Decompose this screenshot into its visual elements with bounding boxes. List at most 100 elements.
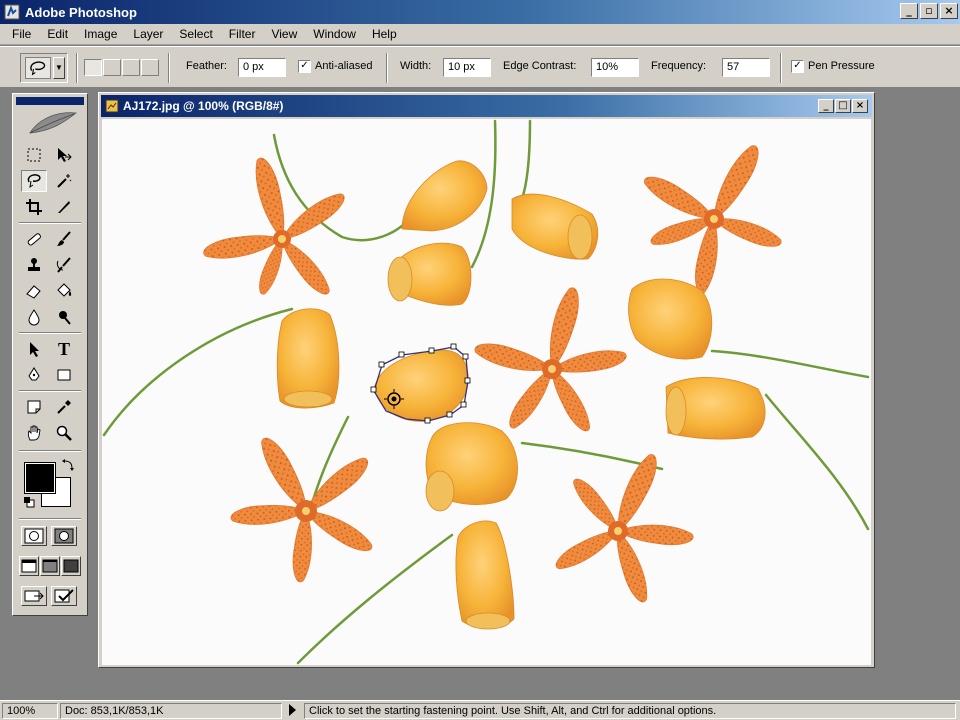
healing-brush-tool[interactable] (21, 228, 47, 250)
feather-label: Feather: (186, 60, 227, 72)
eraser-tool[interactable] (21, 280, 47, 302)
frequency-field[interactable]: 57 (722, 58, 770, 77)
pen-pressure-label: Pen Pressure (808, 60, 875, 72)
antialiased-checkbox[interactable]: ✓ (298, 60, 311, 73)
magnifier-icon (56, 425, 72, 441)
clone-stamp-tool[interactable] (21, 254, 47, 276)
divider (76, 53, 78, 83)
subtract-from-selection-button[interactable] (122, 59, 140, 76)
slice-tool[interactable] (51, 196, 77, 218)
magic-wand-tool[interactable] (51, 170, 77, 192)
feather-field[interactable]: 0 px (238, 58, 286, 77)
restore-button[interactable]: ▫ (920, 3, 938, 19)
pen-icon (28, 367, 40, 381)
window-icon (42, 559, 58, 573)
jump-to-imageready-button[interactable] (21, 586, 47, 606)
magnetic-lasso-tool[interactable] (21, 170, 47, 192)
new-selection-button[interactable] (84, 59, 102, 76)
move-tool[interactable] (51, 144, 77, 166)
document-maximize-button[interactable]: □ (835, 99, 851, 113)
quick-mask-icon (54, 528, 74, 544)
magnetic-lasso-icon (25, 57, 51, 79)
screen-mode-standard-button[interactable] (19, 556, 39, 576)
window-icon (21, 559, 37, 573)
menu-select[interactable]: Select (171, 27, 220, 41)
water-drop-icon (28, 309, 40, 326)
width-label: Width: (400, 60, 432, 72)
feather-logo-icon (29, 112, 77, 134)
menu-image[interactable]: Image (76, 27, 125, 41)
menu-file[interactable]: File (4, 27, 39, 41)
pen-tool[interactable] (21, 364, 47, 386)
eraser-icon (26, 285, 41, 299)
document-close-button[interactable]: × (852, 99, 868, 113)
brush-icon (57, 231, 71, 246)
divider (19, 518, 81, 520)
screen-mode-full-menu-button[interactable] (40, 556, 60, 576)
options-bar: ▼ Feather: 0 px ✓ Anti-aliased Width: 10… (0, 46, 960, 88)
marquee-tool[interactable] (21, 144, 47, 166)
document-icon (105, 99, 119, 113)
chevron-down-icon[interactable]: ▼ (53, 57, 65, 79)
edge-contrast-field[interactable]: 10% (591, 58, 639, 77)
tool-preset-picker[interactable]: ▼ (20, 53, 68, 83)
image-canvas[interactable] (102, 119, 871, 665)
history-brush-tool[interactable] (51, 254, 77, 276)
width-field[interactable]: 10 px (443, 58, 491, 77)
menu-view[interactable]: View (263, 27, 305, 41)
imageready-icon (24, 590, 44, 602)
slice-icon (58, 201, 70, 213)
type-icon: T (57, 338, 70, 359)
menu-edit[interactable]: Edit (39, 27, 76, 41)
bandage-icon (27, 233, 41, 246)
quick-mask-button[interactable] (51, 526, 77, 546)
paint-bucket-icon (57, 283, 72, 297)
default-colors-icon[interactable] (23, 496, 35, 508)
document-minimize-button[interactable]: _ (818, 99, 834, 113)
paint-bucket-tool[interactable] (51, 280, 77, 302)
standard-mode-button[interactable] (21, 526, 47, 546)
swap-colors-icon[interactable] (61, 458, 75, 472)
dodge-icon (59, 311, 71, 325)
pen-pressure-checkbox[interactable]: ✓ (791, 60, 804, 73)
crop-tool[interactable] (21, 196, 47, 218)
menu-help[interactable]: Help (364, 27, 405, 41)
notes-tool[interactable] (21, 396, 47, 418)
add-to-selection-button[interactable] (103, 59, 121, 76)
minimize-button[interactable]: _ (900, 3, 918, 19)
divider (19, 450, 81, 452)
document-titlebar[interactable]: AJ172.jpg @ 100% (RGB/8#) _ □ × (101, 95, 872, 117)
app-titlebar: Adobe Photoshop _ ▫ × (0, 0, 960, 24)
toolbox: T (12, 93, 88, 616)
eyedropper-tool[interactable] (51, 396, 77, 418)
menu-bar: File Edit Image Layer Select Filter View… (0, 24, 960, 45)
foreground-color-swatch[interactable] (24, 462, 56, 494)
type-tool[interactable]: T (51, 338, 77, 360)
divider (19, 222, 81, 224)
close-button[interactable]: × (940, 3, 958, 19)
screen-mode-full-button[interactable] (61, 556, 81, 576)
hand-tool[interactable] (21, 422, 47, 444)
brush-tool[interactable] (51, 228, 77, 250)
dodge-tool[interactable] (51, 306, 77, 328)
hand-icon (27, 425, 41, 441)
move-icon (58, 148, 72, 162)
document-title: AJ172.jpg @ 100% (RGB/8#) (123, 99, 284, 113)
crop-icon (26, 199, 42, 215)
status-menu-arrow-icon[interactable] (289, 704, 296, 716)
zoom-tool[interactable] (51, 422, 77, 444)
menu-filter[interactable]: Filter (221, 27, 264, 41)
path-selection-tool[interactable] (21, 338, 47, 360)
status-hint: Click to set the starting fastening poin… (304, 703, 956, 719)
divider (780, 53, 782, 83)
rectangle-tool[interactable] (51, 364, 77, 386)
intersect-selection-button[interactable] (141, 59, 159, 76)
checkmark-button[interactable] (51, 586, 77, 606)
window-icon (63, 559, 79, 573)
photoshop-icon (4, 4, 20, 20)
blur-tool[interactable] (21, 306, 47, 328)
zoom-level[interactable]: 100% (2, 703, 58, 719)
menu-layer[interactable]: Layer (125, 27, 171, 41)
menu-window[interactable]: Window (305, 27, 364, 41)
edge-contrast-label: Edge Contrast: (503, 60, 577, 72)
